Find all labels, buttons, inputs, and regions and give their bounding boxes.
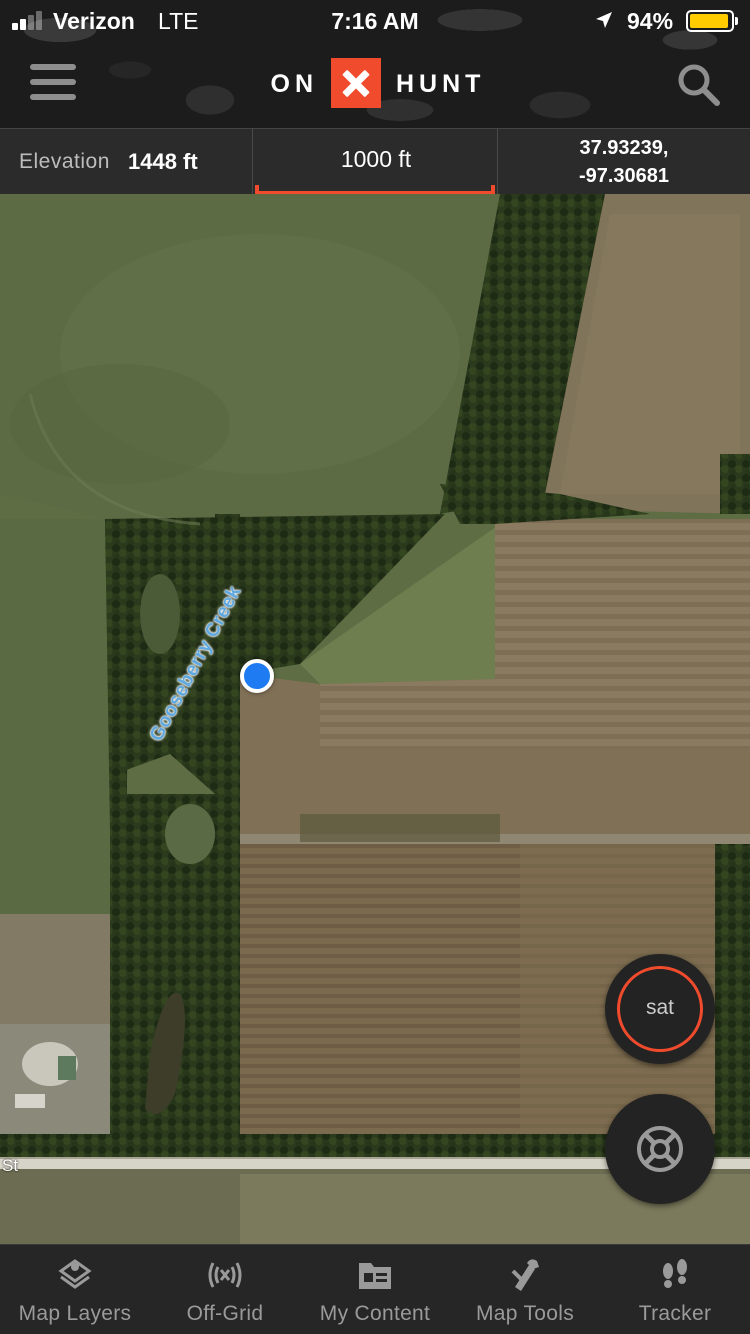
map-layer-toggle-button[interactable]: sat	[605, 954, 715, 1064]
layer-toggle-label: sat	[645, 996, 674, 1019]
folder-icon	[359, 1263, 391, 1289]
satellite-imagery	[0, 194, 750, 1244]
battery-icon	[686, 10, 738, 32]
battery-fill	[690, 14, 728, 28]
elevation-value: 1448 ft	[128, 149, 198, 174]
brand-logo: ON HUNT	[0, 58, 750, 108]
road-label: St	[2, 1156, 19, 1175]
search-icon[interactable]	[676, 62, 722, 108]
tab-label: Map Layers	[18, 1302, 132, 1325]
recenter-location-button[interactable]	[605, 1094, 715, 1204]
satellite-map[interactable]: Gooseberry Creek St sat	[0, 194, 750, 1244]
bottom-tab-bar: Map Layers Off-Grid My Content Map Tools	[0, 1244, 750, 1334]
tab-label: Off-Grid	[186, 1302, 264, 1325]
brand-x-icon	[331, 58, 381, 108]
map-layers-icon	[58, 1259, 92, 1289]
latitude-value: 37.93239,	[579, 137, 669, 159]
gps-target-icon	[637, 1126, 683, 1172]
location-arrow-icon	[596, 12, 612, 28]
tab-map-tools[interactable]: Map Tools	[450, 1245, 600, 1334]
elevation-label: Elevation	[19, 150, 110, 173]
map-scale: 1000 ft	[252, 129, 498, 195]
off-grid-icon	[208, 1262, 242, 1288]
longitude-value: -97.30681	[578, 165, 670, 187]
tab-label: My Content	[319, 1302, 431, 1325]
status-bar: Verizon LTE 7:16 AM 94%	[0, 0, 750, 40]
map-info-bar: Elevation 1448 ft 1000 ft 37.93239, -97.…	[0, 128, 750, 195]
tab-off-grid[interactable]: Off-Grid	[150, 1245, 300, 1334]
tab-tracker[interactable]: Tracker	[600, 1245, 750, 1334]
tab-my-content[interactable]: My Content	[300, 1245, 450, 1334]
coordinates-readout[interactable]: 37.93239, -97.30681	[498, 129, 750, 195]
tab-label: Map Tools	[475, 1302, 575, 1325]
scale-value: 1000 ft	[340, 146, 412, 172]
current-location-dot	[240, 659, 274, 693]
app-header: Verizon LTE 7:16 AM 94% ON HUNT	[0, 0, 750, 128]
footprints-icon	[663, 1259, 687, 1288]
elevation-readout: Elevation 1448 ft	[0, 129, 252, 195]
brand-hunt-text: HUNT	[396, 70, 486, 98]
tab-label: Tracker	[638, 1302, 712, 1325]
map-tools-icon	[511, 1259, 539, 1291]
battery-percent: 94%	[627, 8, 674, 34]
brand-on-text: ON	[270, 70, 318, 98]
tab-map-layers[interactable]: Map Layers	[0, 1245, 150, 1334]
